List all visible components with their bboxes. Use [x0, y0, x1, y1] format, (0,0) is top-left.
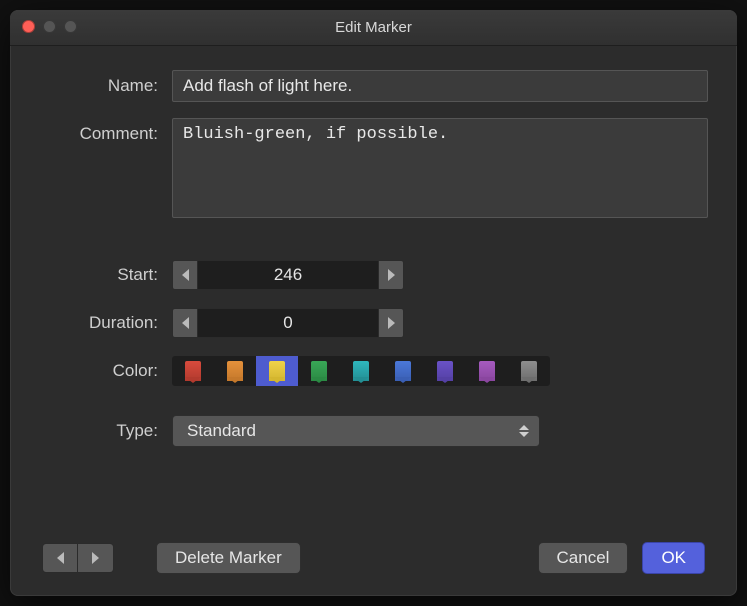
- marker-icon: [437, 361, 453, 381]
- marker-icon: [395, 361, 411, 381]
- chevron-left-icon: [182, 317, 189, 329]
- triangle-left-icon: [57, 552, 64, 564]
- marker-icon: [353, 361, 369, 381]
- marker-icon: [311, 361, 327, 381]
- color-swatch-gray[interactable]: [508, 356, 550, 386]
- cancel-button[interactable]: Cancel: [538, 542, 629, 574]
- color-swatch-red[interactable]: [172, 356, 214, 386]
- edit-marker-dialog: Edit Marker Name: Comment: Start:: [10, 10, 737, 596]
- duration-label: Duration:: [42, 307, 172, 339]
- chevron-right-icon: [388, 317, 395, 329]
- chevron-right-icon: [388, 269, 395, 281]
- color-picker: [172, 356, 550, 386]
- color-swatch-indigo[interactable]: [424, 356, 466, 386]
- duration-decrement-button[interactable]: [172, 308, 198, 338]
- footer: Delete Marker Cancel OK: [10, 542, 737, 574]
- close-window-button[interactable]: [22, 20, 35, 33]
- marker-icon: [269, 361, 285, 381]
- marker-icon: [227, 361, 243, 381]
- color-swatch-green[interactable]: [298, 356, 340, 386]
- duration-increment-button[interactable]: [378, 308, 404, 338]
- color-swatch-yellow[interactable]: [256, 356, 298, 386]
- type-label: Type:: [42, 415, 172, 447]
- comment-textarea[interactable]: [172, 118, 708, 218]
- color-swatch-teal[interactable]: [340, 356, 382, 386]
- chevron-left-icon: [182, 269, 189, 281]
- next-marker-button[interactable]: [78, 543, 114, 573]
- start-value[interactable]: 246: [198, 260, 378, 290]
- start-stepper: 246: [172, 260, 404, 290]
- start-label: Start:: [42, 259, 172, 291]
- triangle-right-icon: [92, 552, 99, 564]
- color-swatch-purple[interactable]: [466, 356, 508, 386]
- name-label: Name:: [42, 70, 172, 102]
- zoom-window-button[interactable]: [64, 20, 77, 33]
- color-swatch-orange[interactable]: [214, 356, 256, 386]
- name-input[interactable]: [172, 70, 708, 102]
- marker-icon: [521, 361, 537, 381]
- type-select-value: Standard: [187, 421, 256, 441]
- marker-icon: [479, 361, 495, 381]
- duration-value[interactable]: 0: [198, 308, 378, 338]
- previous-marker-button[interactable]: [42, 543, 78, 573]
- duration-stepper: 0: [172, 308, 404, 338]
- marker-icon: [185, 361, 201, 381]
- ok-button[interactable]: OK: [642, 542, 705, 574]
- start-decrement-button[interactable]: [172, 260, 198, 290]
- color-swatch-blue[interactable]: [382, 356, 424, 386]
- chevron-up-down-icon: [519, 425, 529, 437]
- window-title: Edit Marker: [10, 19, 737, 36]
- color-label: Color:: [42, 355, 172, 387]
- type-select[interactable]: Standard: [172, 415, 540, 447]
- comment-label: Comment:: [42, 118, 172, 150]
- delete-marker-button[interactable]: Delete Marker: [156, 542, 301, 574]
- start-increment-button[interactable]: [378, 260, 404, 290]
- titlebar: Edit Marker: [10, 10, 737, 46]
- window-controls: [22, 20, 77, 33]
- marker-nav: [42, 543, 114, 573]
- minimize-window-button[interactable]: [43, 20, 56, 33]
